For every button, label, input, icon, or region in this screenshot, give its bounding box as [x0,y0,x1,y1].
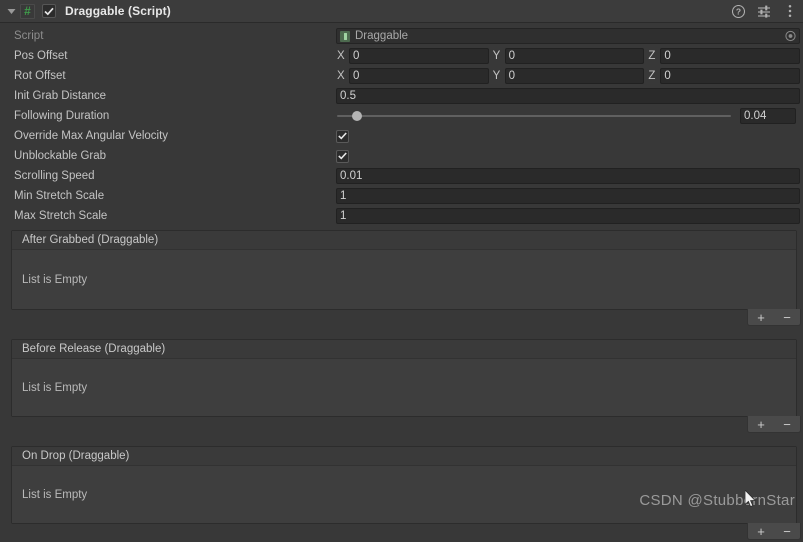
component-enabled-checkbox[interactable] [42,4,56,18]
event-buttons-after-grabbed: + − [747,309,801,326]
event-section-on-drop: On Drop (Draggable) List is Empty + − [0,446,803,542]
pos-offset-y-group: Y 0 [492,48,645,64]
event-lists: After Grabbed (Draggable) List is Empty … [0,230,803,542]
pos-offset-y-axis-label: Y [492,50,501,62]
event-list-before-release: Before Release (Draggable) List is Empty [11,339,797,417]
event-buttons-on-drop: + − [747,523,801,540]
script-object-field[interactable]: Draggable [336,28,800,44]
csharp-hash-glyph: # [24,4,31,18]
pos-offset-z-axis-label: Z [648,50,656,62]
override-max-angular-velocity-checkbox[interactable] [336,129,349,143]
row-pos-offset: Pos Offset X 0 Y 0 Z 0 [0,46,803,66]
label-init-grab-distance: Init Grab Distance [14,90,107,102]
rot-offset-y-input[interactable]: 0 [504,68,645,84]
event-empty-on-drop: List is Empty [12,466,796,523]
remove-event-button[interactable]: − [777,525,797,538]
rot-offset-z-group: Z 0 [647,68,801,84]
component-header[interactable]: # Draggable (Script) ? [0,0,803,23]
event-section-before-release: Before Release (Draggable) List is Empty… [0,339,803,435]
label-pos-offset: Pos Offset [14,50,68,62]
rot-offset-y-axis-label: Y [492,70,501,82]
label-unblockable-grab: Unblockable Grab [14,150,107,162]
component-title: Draggable (Script) [65,4,171,18]
label-following-duration: Following Duration [14,110,110,122]
foldout-triangle-icon[interactable] [4,4,18,18]
pos-offset-x-axis-label: X [337,50,345,62]
row-override-max-angular-velocity: Override Max Angular Velocity [0,126,803,146]
rot-offset-z-axis-label: Z [648,70,656,82]
row-min-stretch-scale: Min Stretch Scale 1 [0,186,803,206]
label-override-max-angular-velocity: Override Max Angular Velocity [14,130,169,142]
row-unblockable-grab: Unblockable Grab [0,146,803,166]
row-init-grab-distance: Init Grab Distance 0.5 [0,86,803,106]
row-scrolling-speed: Scrolling Speed 0.01 [0,166,803,186]
remove-event-button[interactable]: − [777,418,797,431]
header-icon-group: ? [731,0,797,22]
event-footer-after-grabbed: + − [0,309,803,328]
rot-offset-vector3: X 0 Y 0 Z 0 [336,68,801,84]
pos-offset-x-input[interactable]: 0 [349,48,489,64]
rot-offset-x-input[interactable]: 0 [349,68,489,84]
event-footer-before-release: + − [0,416,803,435]
event-list-after-grabbed: After Grabbed (Draggable) List is Empty [11,230,797,310]
following-duration-value-input[interactable]: 0.04 [740,108,796,124]
csharp-script-icon: # [20,3,35,19]
object-picker-icon[interactable] [785,30,796,42]
svg-text:?: ? [735,6,740,16]
event-footer-on-drop: + − [0,523,803,542]
event-title-after-grabbed[interactable]: After Grabbed (Draggable) [12,231,796,250]
event-section-after-grabbed: After Grabbed (Draggable) List is Empty … [0,230,803,328]
more-menu-icon[interactable] [783,4,797,18]
row-script: Script Draggable [0,26,803,46]
event-empty-before-release: List is Empty [12,359,796,416]
property-rows: Script Draggable Pos Offset X 0 Y 0 Z 0 … [0,23,803,226]
row-following-duration: Following Duration 0.04 [0,106,803,126]
help-icon[interactable]: ? [731,4,745,18]
rot-offset-x-group: X 0 [336,68,489,84]
following-duration-slider[interactable]: 0.04 [336,108,800,124]
script-object-value: Draggable [355,30,409,42]
unblockable-grab-checkbox[interactable] [336,149,349,163]
event-empty-after-grabbed: List is Empty [12,250,796,309]
row-max-stretch-scale: Max Stretch Scale 1 [0,206,803,226]
label-scrolling-speed: Scrolling Speed [14,170,95,182]
event-buttons-before-release: + − [747,416,801,433]
event-list-on-drop: On Drop (Draggable) List is Empty [11,446,797,524]
script-asset-icon [340,30,350,42]
preset-icon[interactable] [757,4,771,18]
add-event-button[interactable]: + [751,311,771,324]
event-title-on-drop[interactable]: On Drop (Draggable) [12,447,796,466]
label-min-stretch-scale: Min Stretch Scale [14,190,105,202]
add-event-button[interactable]: + [751,525,771,538]
pos-offset-x-group: X 0 [336,48,489,64]
pos-offset-y-input[interactable]: 0 [504,48,645,64]
pos-offset-z-input[interactable]: 0 [660,48,801,64]
min-stretch-scale-input[interactable]: 1 [336,188,800,204]
rot-offset-y-group: Y 0 [492,68,645,84]
init-grab-distance-input[interactable]: 0.5 [336,88,800,104]
remove-event-button[interactable]: − [777,311,797,324]
rot-offset-x-axis-label: X [337,70,345,82]
label-max-stretch-scale: Max Stretch Scale [14,210,108,222]
pos-offset-z-group: Z 0 [647,48,801,64]
pos-offset-vector3: X 0 Y 0 Z 0 [336,48,801,64]
label-script: Script [14,30,44,42]
slider-handle[interactable] [351,111,362,121]
slider-track[interactable] [337,111,731,121]
rot-offset-z-input[interactable]: 0 [660,68,801,84]
row-rot-offset: Rot Offset X 0 Y 0 Z 0 [0,66,803,86]
event-title-before-release[interactable]: Before Release (Draggable) [12,340,796,359]
add-event-button[interactable]: + [751,418,771,431]
label-rot-offset: Rot Offset [14,70,66,82]
max-stretch-scale-input[interactable]: 1 [336,208,800,224]
scrolling-speed-input[interactable]: 0.01 [336,168,800,184]
